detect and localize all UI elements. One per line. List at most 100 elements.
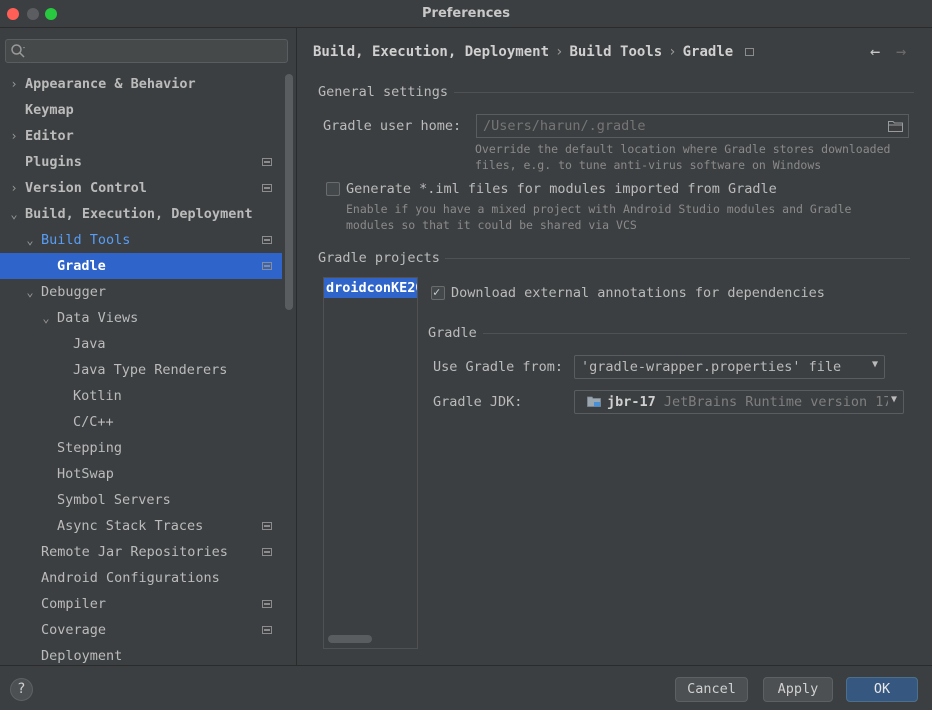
tree-item-build-tools[interactable]: ⌄ Build Tools xyxy=(0,227,282,253)
tree-item-label: Build Tools xyxy=(41,232,131,248)
download-annotations-checkbox[interactable]: ✓ xyxy=(431,285,445,300)
chevron-down-icon[interactable]: ⌄ xyxy=(24,279,36,305)
caret-down-icon: ▼ xyxy=(887,394,897,405)
tree-item-deployment[interactable]: Deployment xyxy=(0,643,282,665)
section-divider xyxy=(483,333,907,334)
tree-item-label: Version Control xyxy=(25,180,147,196)
breadcrumb: Build, Execution, Deployment › Build Tools… xyxy=(313,44,755,60)
back-arrow-icon[interactable]: ← xyxy=(870,42,880,62)
gradle-user-home-input[interactable] xyxy=(483,117,873,135)
tree-item-label: Keymap xyxy=(25,102,74,118)
gradle-user-home-field[interactable] xyxy=(476,114,909,138)
settings-tree: › Appearance & Behavior Keymap › Editor … xyxy=(0,71,282,665)
chevron-down-icon[interactable]: ⌄ xyxy=(24,227,36,253)
tree-item-build-execution-deployment[interactable]: ⌄ Build, Execution, Deployment xyxy=(0,201,282,227)
tree-item-label: Compiler xyxy=(41,596,107,612)
breadcrumb-item[interactable]: Build, Execution, Deployment xyxy=(313,44,549,60)
tree-item-label: Data Views xyxy=(57,310,139,326)
tree-item-label: Plugins xyxy=(25,154,82,170)
tree-item-kotlin[interactable]: Kotlin xyxy=(0,383,282,409)
jdk-detail: JetBrains Runtime version 17 xyxy=(663,394,892,410)
general-settings-title: General settings xyxy=(318,84,449,100)
tree-item-symbol-servers[interactable]: Symbol Servers xyxy=(0,487,282,513)
tree-item-label: Coverage xyxy=(41,622,107,638)
jdk-folder-icon xyxy=(587,396,601,407)
sidebar-scrollbar[interactable] xyxy=(285,74,293,310)
gradle-projects-list[interactable]: droidconKE2023 xyxy=(323,277,418,649)
tree-item-coverage[interactable]: Coverage xyxy=(0,617,282,643)
download-annotations-label[interactable]: Download external annotations for depend… xyxy=(451,285,825,301)
search-icon xyxy=(11,44,25,58)
tree-item-c-cpp[interactable]: C/C++ xyxy=(0,409,282,435)
generate-iml-checkbox[interactable] xyxy=(326,182,340,196)
project-settings-icon xyxy=(262,600,272,608)
breadcrumb-item[interactable]: Build Tools xyxy=(569,44,662,60)
tree-item-label: Java xyxy=(73,336,106,352)
horizontal-scrollbar[interactable] xyxy=(328,635,372,643)
tree-item-java[interactable]: Java xyxy=(0,331,282,357)
forward-arrow-icon[interactable]: → xyxy=(896,42,906,62)
tree-item-data-views[interactable]: ⌄ Data Views xyxy=(0,305,282,331)
settings-sidebar: › Appearance & Behavior Keymap › Editor … xyxy=(0,28,297,665)
tree-item-label: Java Type Renderers xyxy=(73,362,228,378)
tree-item-plugins[interactable]: Plugins xyxy=(0,149,282,175)
project-settings-icon xyxy=(262,262,272,270)
tree-item-label: Symbol Servers xyxy=(57,492,171,508)
chevron-down-icon[interactable]: ⌄ xyxy=(8,201,20,227)
breadcrumb-separator: › xyxy=(668,44,677,60)
tree-item-debugger[interactable]: ⌄ Debugger xyxy=(0,279,282,305)
generate-iml-label[interactable]: Generate *.iml files for modules importe… xyxy=(346,181,777,197)
gradle-projects-title: Gradle projects xyxy=(318,250,440,266)
tree-item-label: Async Stack Traces xyxy=(57,518,204,534)
chevron-right-icon[interactable]: › xyxy=(8,123,20,149)
project-settings-icon xyxy=(262,236,272,244)
help-button[interactable]: ? xyxy=(10,678,33,701)
tree-item-hotswap[interactable]: HotSwap xyxy=(0,461,282,487)
list-item[interactable]: droidconKE2023 xyxy=(324,278,417,298)
tree-item-gradle[interactable]: Gradle xyxy=(0,253,282,279)
project-settings-icon xyxy=(745,48,755,56)
hint-line: modules so that it could be shared via V… xyxy=(346,218,637,232)
tree-item-android-configurations[interactable]: Android Configurations xyxy=(0,565,282,591)
tree-item-appearance-behavior[interactable]: › Appearance & Behavior xyxy=(0,71,282,97)
chevron-right-icon[interactable]: › xyxy=(8,71,20,97)
ok-button[interactable]: OK xyxy=(846,677,918,702)
gradle-jdk-dropdown[interactable]: jbr-17 JetBrains Runtime version 17 ▼ xyxy=(574,390,904,414)
caret-down-icon: ▼ xyxy=(871,359,878,370)
gradle-user-home-label: Gradle user home: xyxy=(323,118,462,134)
use-gradle-from-dropdown[interactable]: 'gradle-wrapper.properties' file ▼ xyxy=(574,355,885,379)
checkmark-icon: ✓ xyxy=(433,285,441,299)
tree-item-label: C/C++ xyxy=(73,414,114,430)
settings-content: Build, Execution, Deployment › Build Tools… xyxy=(298,28,932,665)
tree-item-label: Gradle xyxy=(57,258,106,274)
tree-item-editor[interactable]: › Editor xyxy=(0,123,282,149)
search-input[interactable] xyxy=(30,42,280,60)
gradle-jdk-label: Gradle JDK: xyxy=(433,394,523,410)
tree-item-label: Build, Execution, Deployment xyxy=(25,206,253,222)
chevron-down-icon[interactable]: ⌄ xyxy=(40,305,52,331)
dialog-footer: ? Cancel Apply OK xyxy=(0,665,932,710)
gradle-user-home-hint: Override the default location where Grad… xyxy=(475,141,890,173)
hint-line: Override the default location where Grad… xyxy=(475,142,891,156)
tree-item-label: Appearance & Behavior xyxy=(25,76,196,92)
chevron-right-icon[interactable]: › xyxy=(8,175,20,201)
search-box[interactable] xyxy=(5,39,288,63)
apply-button[interactable]: Apply xyxy=(763,677,833,702)
tree-item-version-control[interactable]: › Version Control xyxy=(0,175,282,201)
breadcrumb-item: Gradle xyxy=(682,44,734,60)
project-settings-icon xyxy=(262,522,272,530)
project-settings-icon xyxy=(262,548,272,556)
tree-item-label: Kotlin xyxy=(73,388,122,404)
tree-item-keymap[interactable]: Keymap xyxy=(0,97,282,123)
cancel-button[interactable]: Cancel xyxy=(675,677,748,702)
project-settings-icon xyxy=(262,184,272,192)
tree-item-async-stack-traces[interactable]: Async Stack Traces xyxy=(0,513,282,539)
jdk-name: jbr-17 xyxy=(607,394,656,410)
tree-item-remote-jar-repositories[interactable]: Remote Jar Repositories xyxy=(0,539,282,565)
project-settings-icon xyxy=(262,158,272,166)
tree-item-stepping[interactable]: Stepping xyxy=(0,435,282,461)
folder-icon[interactable] xyxy=(888,120,903,132)
tree-item-label: Debugger xyxy=(41,284,107,300)
tree-item-compiler[interactable]: Compiler xyxy=(0,591,282,617)
tree-item-java-type-renderers[interactable]: Java Type Renderers xyxy=(0,357,282,383)
